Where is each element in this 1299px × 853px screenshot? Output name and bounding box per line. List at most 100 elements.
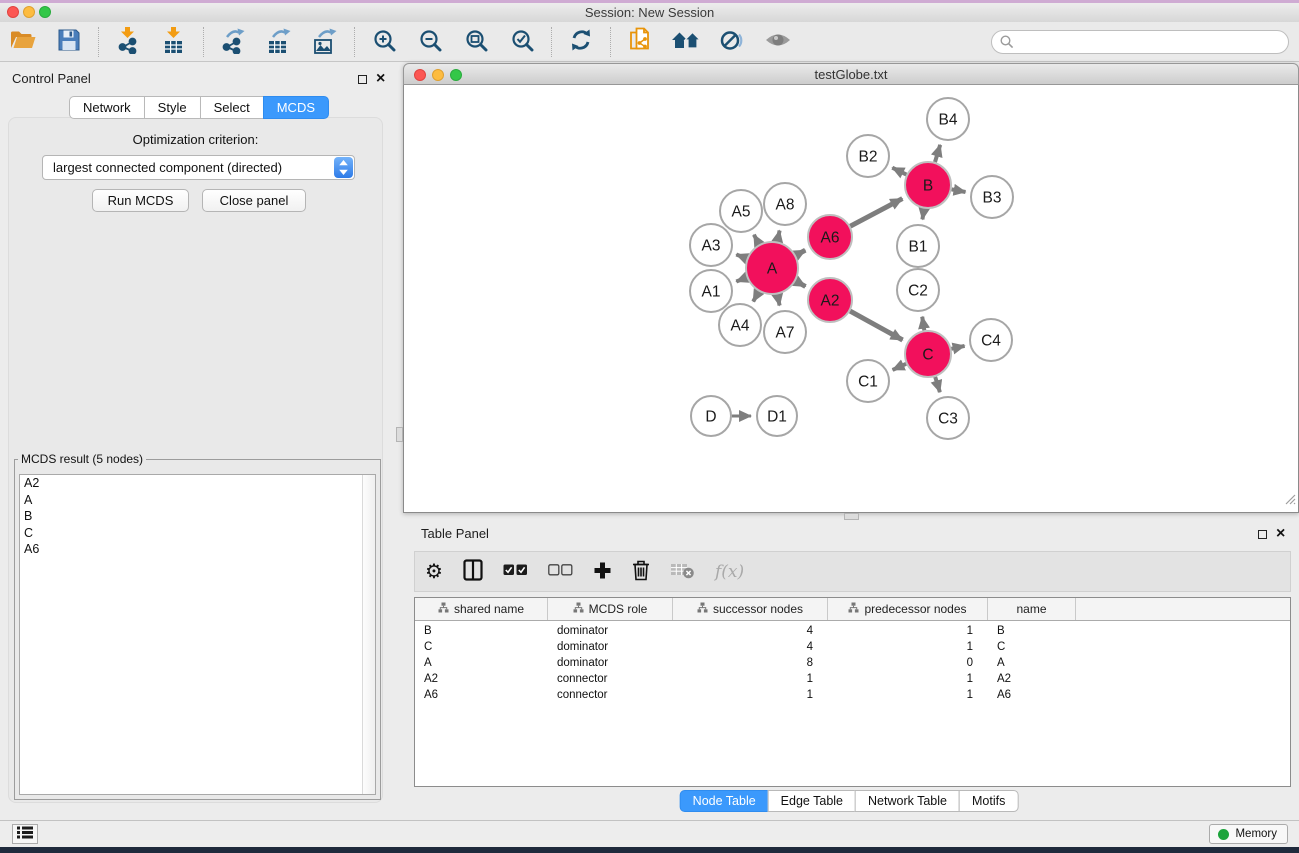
network-maximize-traffic-light[interactable] xyxy=(450,69,462,81)
mcds-result-item[interactable]: C xyxy=(20,525,375,542)
table-cell[interactable]: 1 xyxy=(828,641,988,653)
network-edge-B-B3[interactable] xyxy=(952,189,966,192)
zoom-fit-button[interactable] xyxy=(461,27,491,57)
scrollbar[interactable] xyxy=(362,475,375,794)
zoom-selected-button[interactable] xyxy=(507,27,537,57)
table-row[interactable]: Adominator80A xyxy=(415,655,1290,671)
table-row[interactable]: A2connector11A2 xyxy=(415,671,1290,687)
import-table-button[interactable] xyxy=(159,27,189,57)
table-row[interactable]: Cdominator41C xyxy=(415,639,1290,655)
network-edge-C-C4[interactable] xyxy=(951,346,964,349)
network-canvas[interactable]: B4B2BB3A5A8A6A3B1AA1C2A2A4A7CC4C1C3DD1 xyxy=(403,85,1299,513)
function-builder-button[interactable]: f(x) xyxy=(715,558,744,586)
network-close-traffic-light[interactable] xyxy=(414,69,426,81)
tab-style[interactable]: Style xyxy=(144,96,201,119)
mcds-result-item[interactable]: B xyxy=(20,508,375,525)
tab-motifs[interactable]: Motifs xyxy=(959,790,1018,812)
tab-mcds[interactable]: MCDS xyxy=(263,96,329,119)
table-cell[interactable]: A6 xyxy=(988,689,1076,701)
table-settings-button[interactable]: ⚙ xyxy=(425,558,443,586)
network-edge-A-A7[interactable] xyxy=(777,295,779,306)
tab-edge-table[interactable]: Edge Table xyxy=(768,790,856,812)
export-network-button[interactable] xyxy=(218,27,248,57)
mcds-result-item[interactable]: A xyxy=(20,492,375,509)
table-cell[interactable]: 1 xyxy=(828,625,988,637)
network-edge-A-A4[interactable] xyxy=(753,292,759,302)
table-row[interactable]: Bdominator41B xyxy=(415,623,1290,639)
close-panel-icon[interactable]: × xyxy=(1276,528,1285,540)
table-cell[interactable]: 1 xyxy=(673,689,828,701)
network-edge-A2-C[interactable] xyxy=(850,311,903,340)
show-graphics-details-button[interactable] xyxy=(763,27,793,57)
splitpane-handle[interactable] xyxy=(844,513,859,520)
select-all-columns-button[interactable] xyxy=(503,558,528,586)
show-columns-button[interactable] xyxy=(463,558,483,586)
table-cell[interactable]: dominator xyxy=(548,625,673,637)
clone-network-button[interactable] xyxy=(625,27,655,57)
table-cell[interactable]: A2 xyxy=(988,673,1076,685)
close-panel-button[interactable]: Close panel xyxy=(202,189,306,212)
memory-button[interactable]: Memory xyxy=(1209,824,1288,844)
tab-network-table[interactable]: Network Table xyxy=(855,790,960,812)
network-edge-A6-B[interactable] xyxy=(850,199,902,227)
network-edge-A-A6[interactable] xyxy=(796,250,806,255)
network-minimize-traffic-light[interactable] xyxy=(432,69,444,81)
table-cell[interactable]: A xyxy=(415,657,548,669)
show-panels-button[interactable] xyxy=(12,824,38,844)
table-cell[interactable]: 4 xyxy=(673,641,828,653)
column-header-shared-name[interactable]: shared name xyxy=(415,598,548,620)
delete-table-button[interactable] xyxy=(670,558,695,586)
table-cell[interactable]: 1 xyxy=(828,689,988,701)
table-cell[interactable]: B xyxy=(415,625,548,637)
export-table-button[interactable] xyxy=(264,27,294,57)
deselect-all-columns-button[interactable] xyxy=(548,558,573,586)
network-edge-A-A8[interactable] xyxy=(777,231,779,242)
delete-row-button[interactable] xyxy=(632,558,650,586)
export-image-button[interactable] xyxy=(310,27,340,57)
table-cell[interactable]: 1 xyxy=(673,673,828,685)
zoom-in-button[interactable] xyxy=(369,27,399,57)
network-edge-A-A1[interactable] xyxy=(736,278,746,282)
network-edge-B-B2[interactable] xyxy=(892,168,906,175)
network-edge-B-B1[interactable] xyxy=(922,209,924,220)
network-edge-A-A5[interactable] xyxy=(754,235,759,245)
table-cell[interactable]: 0 xyxy=(828,657,988,669)
table-cell[interactable]: C xyxy=(415,641,548,653)
mcds-result-list[interactable]: A2ABCA6 xyxy=(19,474,376,795)
splitpane-handle[interactable] xyxy=(396,427,403,442)
table-cell[interactable]: dominator xyxy=(548,641,673,653)
mcds-result-item[interactable]: A6 xyxy=(20,541,375,558)
column-header-successor-nodes[interactable]: successor nodes xyxy=(673,598,828,620)
network-edge-C-C1[interactable] xyxy=(893,364,907,370)
network-window-titlebar[interactable]: testGlobe.txt xyxy=(403,63,1299,85)
tab-node-table[interactable]: Node Table xyxy=(680,790,769,812)
run-mcds-button[interactable]: Run MCDS xyxy=(92,189,189,212)
network-edge-C-C3[interactable] xyxy=(935,377,940,392)
float-panel-icon[interactable] xyxy=(358,75,367,84)
table-cell[interactable]: A xyxy=(988,657,1076,669)
table-cell[interactable]: 8 xyxy=(673,657,828,669)
table-row[interactable]: A6connector11A6 xyxy=(415,687,1290,703)
table-cell[interactable]: connector xyxy=(548,673,673,685)
add-row-button[interactable] xyxy=(593,558,612,586)
table-cell[interactable]: A2 xyxy=(415,673,548,685)
tab-select[interactable]: Select xyxy=(200,96,264,119)
network-edge-B-B4[interactable] xyxy=(935,145,940,162)
table-cell[interactable]: C xyxy=(988,641,1076,653)
table-cell[interactable]: 1 xyxy=(828,673,988,685)
table-cell[interactable]: A6 xyxy=(415,689,548,701)
tab-network[interactable]: Network xyxy=(69,96,145,119)
network-edge-C-C2[interactable] xyxy=(922,317,924,331)
table-cell[interactable]: dominator xyxy=(548,657,673,669)
hide-graphics-details-button[interactable] xyxy=(717,27,747,57)
apply-layout-button[interactable] xyxy=(566,27,596,57)
network-edge-A-A3[interactable] xyxy=(736,255,746,259)
network-edge-A-A2[interactable] xyxy=(796,281,806,287)
zoom-out-button[interactable] xyxy=(415,27,445,57)
table-cell[interactable]: 4 xyxy=(673,625,828,637)
table-cell[interactable]: B xyxy=(988,625,1076,637)
import-network-button[interactable] xyxy=(113,27,143,57)
optimization-criterion-select[interactable]: largest connected component (directed) xyxy=(42,155,355,180)
save-session-button[interactable] xyxy=(54,27,84,57)
table-cell[interactable]: connector xyxy=(548,689,673,701)
